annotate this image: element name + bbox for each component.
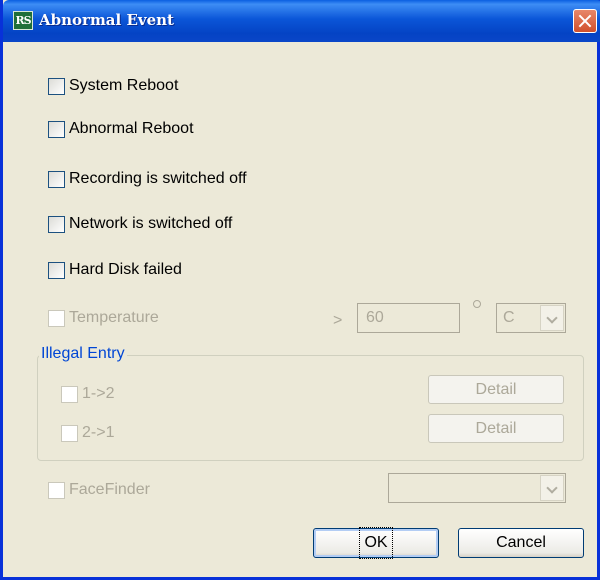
facefinder-label: FaceFinder xyxy=(69,481,150,498)
network-off-label: Network is switched off xyxy=(69,215,233,232)
ok-button-label: OK xyxy=(359,527,393,559)
detail-button-2-1[interactable]: Detail xyxy=(428,414,564,443)
greater-than-label: > xyxy=(333,312,343,329)
recording-off-checkbox[interactable] xyxy=(48,170,65,188)
checkbox-row-entry-2-1[interactable]: 2->1 xyxy=(61,424,114,442)
checkbox-row-entry-1-2[interactable]: 1->2 xyxy=(61,385,114,403)
abnormal-reboot-label: Abnormal Reboot xyxy=(69,120,194,137)
detail-button-1-2[interactable]: Detail xyxy=(428,375,564,404)
temperature-unit-select[interactable]: C xyxy=(496,303,566,333)
cancel-button[interactable]: Cancel xyxy=(458,528,584,558)
close-icon[interactable] xyxy=(573,9,597,33)
hard-disk-failed-checkbox[interactable] xyxy=(48,261,65,279)
illegal-entry-group xyxy=(37,355,584,461)
entry-2-1-checkbox[interactable] xyxy=(61,424,78,442)
title-bar[interactable]: RS Abnormal Event xyxy=(3,0,600,42)
network-off-checkbox[interactable] xyxy=(48,215,65,233)
detail-button-2-1-label: Detail xyxy=(475,420,517,437)
entry-2-1-label: 2->1 xyxy=(82,424,115,441)
temperature-unit-value: C xyxy=(503,309,515,326)
facefinder-select[interactable] xyxy=(388,473,566,503)
chevron-down-icon[interactable] xyxy=(540,305,564,331)
checkbox-row-facefinder[interactable]: FaceFinder xyxy=(48,481,150,499)
system-reboot-checkbox[interactable] xyxy=(48,77,65,95)
temperature-checkbox[interactable] xyxy=(48,309,65,327)
dialog-window: RS Abnormal Event System Reboot Abnormal… xyxy=(0,0,600,580)
recording-off-label: Recording is switched off xyxy=(69,170,247,187)
temperature-label: Temperature xyxy=(69,309,159,326)
checkbox-row-system-reboot[interactable]: System Reboot xyxy=(48,77,178,95)
app-icon: RS xyxy=(13,11,33,30)
checkbox-row-temperature[interactable]: Temperature xyxy=(48,309,159,327)
illegal-entry-title: Illegal Entry xyxy=(39,345,127,363)
detail-button-1-2-label: Detail xyxy=(475,381,517,398)
temperature-input[interactable]: 60 xyxy=(357,303,460,333)
dialog-title: Abnormal Event xyxy=(39,11,174,29)
system-reboot-label: System Reboot xyxy=(69,77,179,94)
chevron-down-icon[interactable] xyxy=(540,475,564,501)
checkbox-row-network-off[interactable]: Network is switched off xyxy=(48,215,232,233)
checkbox-row-hard-disk-failed[interactable]: Hard Disk failed xyxy=(48,261,182,279)
abnormal-reboot-checkbox[interactable] xyxy=(48,120,65,138)
checkbox-row-recording-off[interactable]: Recording is switched off xyxy=(48,170,247,188)
entry-1-2-label: 1->2 xyxy=(82,385,115,402)
entry-1-2-checkbox[interactable] xyxy=(61,385,78,403)
ok-button[interactable]: OK xyxy=(313,527,439,559)
degree-icon xyxy=(473,300,481,308)
facefinder-checkbox[interactable] xyxy=(48,481,65,499)
checkbox-row-abnormal-reboot[interactable]: Abnormal Reboot xyxy=(48,120,194,138)
cancel-button-label: Cancel xyxy=(496,534,546,551)
hard-disk-failed-label: Hard Disk failed xyxy=(69,261,182,278)
